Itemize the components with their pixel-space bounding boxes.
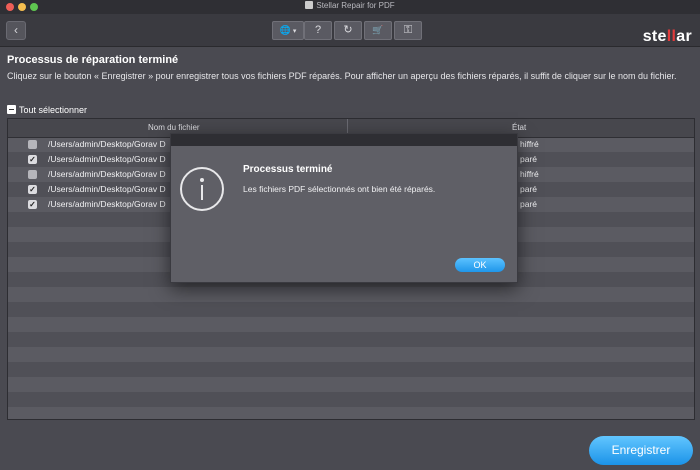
page-description: Cliquez sur le bouton « Enregistrer » po… (7, 71, 677, 81)
refresh-icon: ↻ (343, 24, 353, 36)
select-all-checkbox[interactable] (7, 105, 16, 114)
column-header-state[interactable]: État (512, 123, 526, 132)
title-bar: Stellar Repair for PDF (0, 0, 700, 14)
file-state: paré (520, 154, 538, 164)
select-all-toggle[interactable]: Tout sélectionner (7, 105, 87, 115)
file-state: paré (520, 199, 538, 209)
file-path[interactable]: /Users/admin/Desktop/Gorav D (48, 154, 166, 164)
buy-button[interactable]: 🛒 (364, 21, 392, 40)
window-title: Stellar Repair for PDF (0, 1, 700, 10)
file-state: hiffré (520, 139, 539, 149)
column-header-name[interactable]: Nom du fichier (148, 123, 200, 132)
file-state: hiffré (520, 169, 539, 179)
completion-dialog: Processus terminé Les fichiers PDF sélec… (170, 133, 518, 283)
help-icon: ? (314, 24, 322, 36)
file-path[interactable]: /Users/admin/Desktop/Gorav D (48, 199, 166, 209)
ok-button[interactable]: OK (455, 258, 505, 272)
row-checkbox[interactable]: ✓ (28, 200, 37, 209)
key-icon: ⚿ (403, 24, 413, 36)
language-button[interactable]: 🌐 ▾ (272, 21, 304, 40)
dialog-message: Les fichiers PDF sélectionnés ont bien é… (243, 184, 436, 194)
page-title: Processus de réparation terminé (7, 54, 179, 66)
chevron-down-icon: ▾ (292, 28, 297, 35)
chevron-left-icon: ‹ (14, 23, 18, 37)
help-button[interactable]: ? (304, 21, 332, 40)
select-all-label: Tout sélectionner (19, 105, 88, 115)
stellar-logo: stellar (642, 28, 692, 45)
dialog-title: Processus terminé (243, 164, 333, 175)
row-checkbox[interactable] (28, 170, 37, 179)
refresh-button[interactable]: ↻ (334, 21, 362, 40)
row-checkbox[interactable]: ✓ (28, 155, 37, 164)
cart-icon: 🛒 (372, 25, 384, 35)
file-state: paré (520, 184, 538, 194)
info-icon (180, 167, 224, 211)
dialog-title-bar (171, 134, 517, 146)
file-path[interactable]: /Users/admin/Desktop/Gorav D (48, 139, 166, 149)
row-checkbox[interactable]: ✓ (28, 185, 37, 194)
app-icon (305, 1, 314, 9)
toolbar: ‹ 🌐 ▾ ? ↻ 🛒 ⚿ stellar (0, 14, 700, 47)
file-path[interactable]: /Users/admin/Desktop/Gorav D (48, 184, 166, 194)
activate-button[interactable]: ⚿ (394, 21, 422, 40)
file-path[interactable]: /Users/admin/Desktop/Gorav D (48, 169, 166, 179)
save-button[interactable]: Enregistrer (589, 436, 693, 465)
globe-icon: 🌐 (279, 25, 291, 35)
row-checkbox[interactable] (28, 140, 37, 149)
back-button[interactable]: ‹ (6, 21, 26, 40)
